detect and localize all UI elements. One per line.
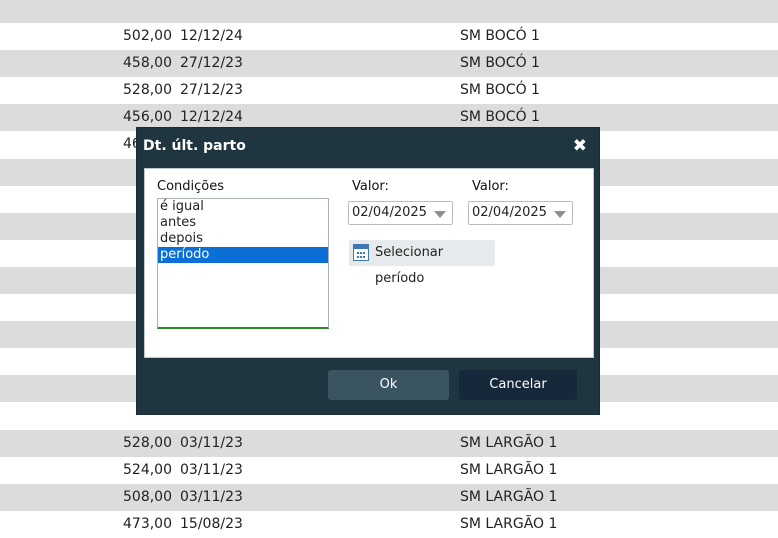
valor1-value: 02/04/2025 [352, 205, 427, 220]
value-cell: 528,00 [123, 82, 172, 99]
valor2-label: Valor: [472, 179, 509, 194]
chevron-down-icon [434, 211, 446, 218]
dialog-title: Dt. últ. parto [143, 138, 246, 154]
value-cell: 508,00 [123, 488, 172, 505]
value-cell: 458,00 [123, 55, 172, 72]
select-period-label: Selecionar período [375, 245, 444, 286]
conditions-list[interactable]: é igual antes depois período [157, 198, 329, 329]
valor1-label: Valor: [352, 179, 389, 194]
calendar-icon [353, 244, 369, 261]
close-icon[interactable]: ✖ [573, 128, 587, 164]
date-cell: 12/12/24 [180, 28, 243, 45]
date-cell: 03/11/23 [180, 488, 243, 505]
ok-button[interactable]: Ok [328, 370, 449, 400]
filter-dialog: Dt. últ. parto ✖ Condições é igual antes d… [136, 127, 600, 415]
table-row[interactable]: 473,00 15/08/23 SM LARGÃO 1 [0, 511, 778, 538]
condition-item[interactable]: é igual [158, 199, 328, 215]
name-cell: SM LARGÃO 1 [460, 461, 558, 478]
table-row[interactable]: 458,00 27/12/23 SM BOCÓ 1 [0, 50, 778, 78]
name-cell: SM LARGÃO 1 [460, 488, 558, 505]
valor1-date-select[interactable]: 02/04/2025 [348, 201, 453, 225]
name-cell: SM BOCÓ 1 [460, 82, 540, 99]
conditions-label: Condições [157, 179, 225, 194]
date-cell: 03/11/23 [180, 461, 243, 478]
valor2-value: 02/04/2025 [472, 205, 547, 220]
name-cell: SM LARGÃO 1 [460, 434, 558, 451]
dialog-titlebar: Dt. últ. parto ✖ [137, 128, 599, 164]
date-cell: 27/12/23 [180, 82, 243, 99]
name-cell: SM BOCÓ 1 [460, 28, 540, 45]
value-cell: 524,00 [123, 461, 172, 478]
table-row[interactable]: 528,00 03/11/23 SM LARGÃO 1 [0, 429, 778, 457]
select-period-button[interactable]: Selecionar período [349, 240, 495, 286]
name-cell: SM BOCÓ 1 [460, 55, 540, 72]
table-row[interactable]: 528,00 27/12/23 SM BOCÓ 1 [0, 77, 778, 104]
condition-item[interactable]: antes [158, 215, 328, 231]
value-cell: 528,00 [123, 434, 172, 451]
condition-item[interactable]: período [158, 247, 328, 263]
date-cell: 03/11/23 [180, 434, 243, 451]
table-row[interactable]: 502,00 12/12/24 SM BOCÓ 1 [0, 23, 778, 50]
cancel-button[interactable]: Cancelar [459, 370, 577, 400]
value-cell: 473,00 [123, 515, 172, 532]
valor2-date-select[interactable]: 02/04/2025 [468, 201, 573, 225]
condition-item[interactable]: depois [158, 231, 328, 247]
date-cell: 27/12/23 [180, 55, 243, 72]
chevron-down-icon [554, 211, 566, 218]
value-cell: 502,00 [123, 28, 172, 45]
name-cell: SM LARGÃO 1 [460, 515, 558, 532]
dialog-panel: Condições é igual antes depois período Valo… [144, 168, 594, 358]
date-cell: 15/08/23 [180, 515, 243, 532]
table-row[interactable]: 524,00 03/11/23 SM LARGÃO 1 [0, 457, 778, 484]
table-row[interactable]: 508,00 03/11/23 SM LARGÃO 1 [0, 483, 778, 511]
table-row[interactable] [0, 0, 778, 24]
